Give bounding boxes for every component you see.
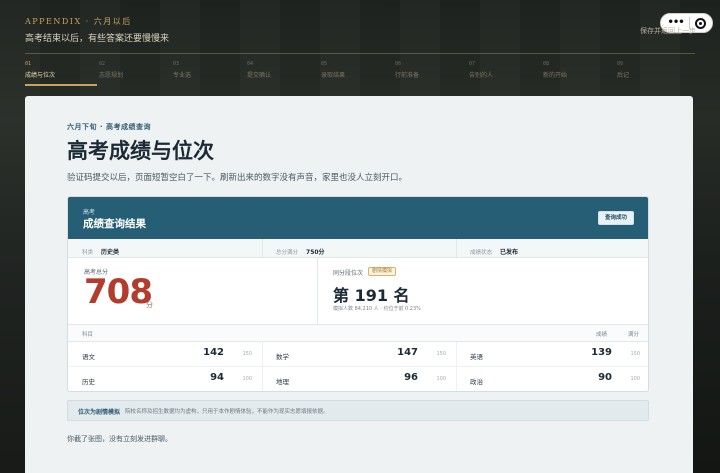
total-score-box: 高考总分 708 分 — [68, 258, 318, 324]
simulation-note: 位次为剧情模拟 院校名称及招生数据均为虚构，只用于本作剧情体验，不能作为现实志愿… — [67, 400, 649, 421]
result-card-header: 高考 成绩查询结果 查询成功 — [68, 197, 648, 239]
note-value: 院校名称及招生数据均为虚构，只用于本作剧情体验，不能作为现实志愿填报依据。 — [125, 409, 329, 415]
subjects-header: 科目 成绩 满分 — [68, 324, 648, 342]
meta-divider — [456, 239, 457, 258]
card-head-title: 成绩查询结果 — [83, 218, 146, 230]
subject-cell: 数学 147 150 — [276, 347, 446, 361]
step-tab-9[interactable]: 09 后记 — [617, 61, 629, 79]
rank-value: 第 191 名 — [333, 286, 410, 305]
subjects-header-score: 成绩 — [596, 332, 608, 338]
query-success-badge: 查询成功 — [598, 211, 634, 225]
story-footer-text: 你截了张图，没有立刻发进群聊。 — [67, 435, 172, 443]
section-kicker: 六月下旬 · 高考成绩查询 — [67, 123, 152, 131]
lead-text: 验证码提交以后，页面短暂空白了一下。刷新出来的数字没有声音，家里也没人立刻开口。 — [67, 173, 408, 183]
total-score-value: 708 — [84, 272, 153, 312]
meta-full-score: 总分满分 750分 — [276, 249, 325, 256]
step-tab-2[interactable]: 02 志愿规划 — [99, 61, 123, 79]
subjects-header-subject: 科目 — [82, 332, 94, 338]
active-step-indicator — [25, 84, 97, 86]
meta-category: 科类 历史类 — [82, 249, 120, 256]
step-nav: 01 成绩与位次 02 志愿规划 03 专业选 04 提交确认 05 录取结果 06 行前准… — [25, 53, 695, 86]
subject-cell: 语文 142 150 — [82, 347, 252, 361]
result-card: 高考 成绩查询结果 查询成功 科类 历史类 总分满分 750分 成绩状态 已发布 高考… — [67, 196, 649, 392]
card-head-small: 高考 — [83, 209, 96, 216]
step-tab-8[interactable]: 08 新的开始 — [543, 61, 567, 79]
subject-cell: 地理 96 100 — [276, 372, 446, 386]
step-tab-3[interactable]: 03 专业选 — [173, 61, 191, 79]
rank-label: 同分段位次 — [333, 270, 364, 277]
appendix-eyebrow: APPENDIX · 六月以后 — [25, 17, 132, 26]
content-panel: 六月下旬 · 高考成绩查询 高考成绩与位次 验证码提交以后，页面短暂空白了一下。… — [25, 96, 693, 473]
total-score-unit: 分 — [146, 301, 153, 309]
table-row: 历史 94 100 地理 96 100 政治 90 100 — [68, 367, 648, 391]
rank-note: 模拟人数 84,210 人 · 约位于前 0.23% — [333, 306, 421, 312]
page-header: APPENDIX · 六月以后 高考结束以后，有些答案还要慢慢来 — [25, 16, 169, 44]
subject-cell: 英语 139 150 — [470, 347, 640, 361]
step-tab-4[interactable]: 04 提交确认 — [247, 61, 271, 79]
close-target-icon[interactable] — [694, 17, 706, 29]
meta-row: 科类 历史类 总分满分 750分 成绩状态 已发布 — [68, 239, 648, 258]
simulation-badge: 剧情模拟 — [368, 267, 397, 276]
subject-cell: 政治 90 100 — [470, 372, 640, 386]
table-row: 语文 142 150 数学 147 150 英语 139 150 — [68, 342, 648, 367]
step-tab-6[interactable]: 06 行前准备 — [395, 61, 419, 79]
step-tab-7[interactable]: 07 告别的人 — [469, 61, 493, 79]
step-tab-1[interactable]: 01 成绩与位次 — [25, 61, 55, 79]
meta-divider — [262, 239, 263, 258]
header-subtitle: 高考结束以后，有些答案还要慢慢来 — [25, 34, 170, 44]
subject-cell: 历史 94 100 — [82, 372, 252, 386]
step-tab-5[interactable]: 05 录取结果 — [321, 61, 345, 79]
page-title: 高考成绩与位次 — [67, 139, 214, 163]
meta-status: 成绩状态 已发布 — [470, 249, 519, 256]
save-return-link[interactable]: 保存并返回上一步 — [640, 26, 696, 36]
rank-box: 同分段位次 剧情模拟 第 191 名 模拟人数 84,210 人 · 约位于前 … — [318, 258, 648, 324]
note-key: 位次为剧情模拟 — [78, 409, 121, 416]
subjects-header-full: 满分 — [628, 332, 640, 338]
